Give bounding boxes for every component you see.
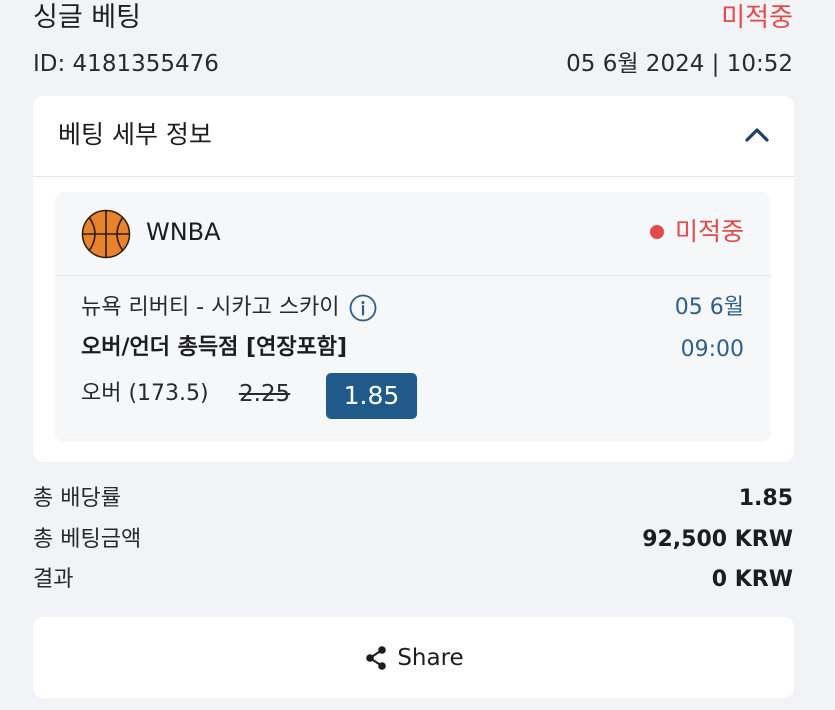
share-icon [366, 645, 387, 670]
bet-id: ID: 4181355476 [33, 51, 219, 77]
odds-badge: 1.85 [326, 373, 417, 419]
selection-status-label: 미적중 [674, 217, 744, 246]
bet-details-card: 베팅 세부 정보 WNBA 미적중 뉴욕 리버티 - 시카고 스카이 오버/언더… [33, 96, 794, 462]
market-name: 오버/언더 총득점 [연장포함] [81, 335, 348, 360]
total-odds-label: 총 배당률 [33, 486, 121, 511]
basketball-icon [81, 209, 131, 259]
info-icon[interactable] [348, 293, 378, 323]
divider [56, 275, 770, 276]
status-dot [649, 225, 664, 239]
old-odds: 2.25 [239, 381, 291, 407]
match-name: 뉴욕 리버티 - 시카고 스카이 [81, 295, 340, 320]
selection-pick: 오버 (173.5) [81, 381, 209, 406]
result-value: 0 KRW [711, 567, 793, 592]
bet-datetime: 05 6월 2024 | 10:52 [566, 51, 793, 77]
selection-card: WNBA 미적중 뉴욕 리버티 - 시카고 스카이 오버/언더 총득점 [연장포… [56, 192, 770, 439]
share-label: Share [397, 644, 464, 671]
bet-details-title: 베팅 세부 정보 [58, 120, 212, 149]
share-button[interactable]: Share [33, 617, 794, 698]
total-odds-value: 1.85 [738, 486, 793, 511]
event-date: 05 6월 [674, 295, 744, 320]
bet-status-label: 미적중 [721, 3, 793, 33]
selection-status: 미적중 [649, 215, 744, 249]
stake-label: 총 베팅금액 [33, 527, 142, 552]
bet-type-title: 싱글 베팅 [33, 2, 141, 33]
result-label: 결과 [33, 567, 74, 592]
match-line: 뉴욕 리버티 - 시카고 스카이 [81, 293, 378, 323]
chevron-up-icon[interactable] [744, 124, 770, 144]
stake-value: 92,500 KRW [642, 527, 793, 552]
bet-details-header[interactable]: 베팅 세부 정보 [33, 96, 794, 177]
league-name: WNBA [146, 218, 221, 246]
event-time: 09:00 [680, 337, 744, 362]
